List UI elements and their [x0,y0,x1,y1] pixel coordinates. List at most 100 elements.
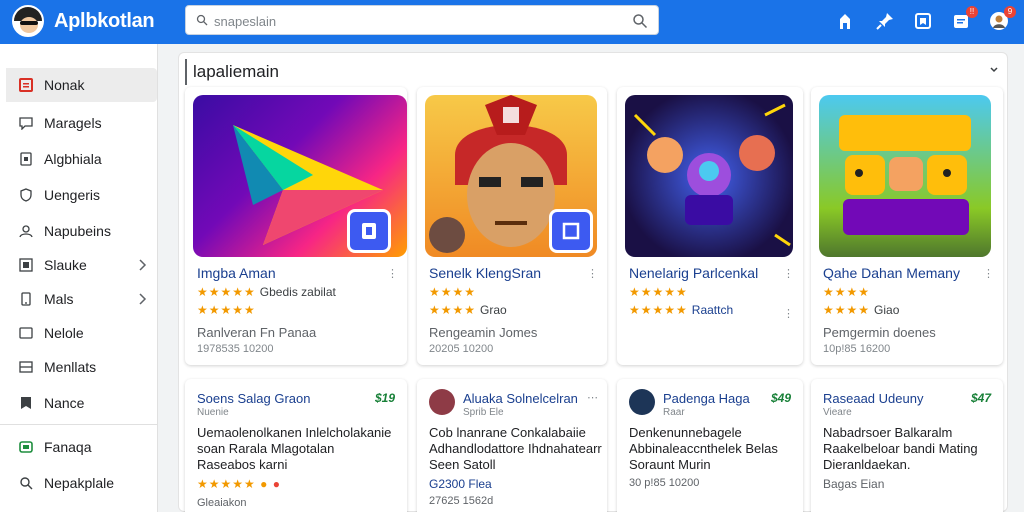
rating-stars: ★★★★ [823,285,871,299]
box-icon [18,325,34,341]
more-options-icon[interactable]: ⋯ [587,391,598,404]
sidebar-item-napubeins[interactable]: Napubeins [6,214,157,248]
app-title[interactable]: Senelk KlengSran [429,265,541,281]
search-bar[interactable] [185,5,659,35]
description-line: Abbinaleaccnthelek Belas [629,441,778,456]
chevron-right-icon [139,293,147,305]
sidebar-item-fanaqa[interactable]: Fanaqa [6,430,157,464]
app-card[interactable]: Raseaad Udeuny Vieare $47 Nabadrsoer Bal… [811,379,1003,512]
bookmark-icon [18,395,34,411]
rating-stars: ★★★★★ [629,285,688,299]
app-subtitle: Vieare [823,407,852,418]
sidebar-item-nonak[interactable]: Nonak [6,68,157,102]
app-card[interactable]: Imgba Aman ⋮ ★★★★★ Gbedis zabilat ★★★★★ R… [185,87,407,365]
app-meta: 20205 10200 [429,343,494,355]
emoji-icon: ● [260,477,269,491]
shield-icon [18,187,34,203]
account-icon[interactable]: 9 [988,6,1016,32]
developer-avatar [429,389,455,415]
description-line: Dieranldaekan. [823,457,911,472]
app-title[interactable]: Padenga Haga [663,391,750,406]
sidebar-item-mals[interactable]: Mals [6,282,157,316]
app-logo[interactable]: Aplbkotlan [12,5,155,37]
search-icon [196,14,208,26]
app-badge-icon [347,209,391,253]
home-icon[interactable] [834,10,856,32]
more-options-icon[interactable]: ⋮ [783,307,794,320]
app-subtitle: Rengeamin Jomes [429,325,538,340]
chat-icon [18,115,34,131]
search-submit-icon[interactable] [632,13,648,29]
price-tag: $49 [770,391,791,405]
sidebar-item-label: Mals [44,291,74,307]
user-icon [18,223,34,239]
chevron-down-icon[interactable] [989,65,999,75]
app-badge-icon [549,209,593,253]
rating-stars: ★★★★ [429,285,477,299]
sidebar-item-label: Menllats [44,359,97,375]
search-input[interactable] [214,11,614,31]
app-card[interactable]: Qahe Dahan Memany ⋮ ★★★★ ★★★★ Giao Pemger… [811,87,1003,365]
app-title[interactable]: Aluaka Solnelcelran [463,391,578,406]
sidebar-item-nance[interactable]: Nance [6,386,157,420]
rating-row: ★★★★ Giao [823,303,900,317]
more-options-icon[interactable]: ⋮ [387,267,398,280]
pin-icon[interactable] [874,10,896,32]
app-artwork [625,95,793,257]
app-title[interactable]: Qahe Dahan Memany [823,265,960,281]
square-icon [18,77,34,93]
more-options-icon[interactable]: ⋮ [783,267,794,280]
app-subtitle: Ranlveran Fn Panaa [197,325,317,340]
sidebar-item-label: Napubeins [44,223,111,239]
more-options-icon[interactable]: ⋮ [587,267,598,280]
app-artwork [819,95,991,257]
rating-row: ★★★★★ Raattch [629,303,734,317]
rating-row: ★★★★ Grao [429,303,507,317]
sidebar-item-label: Uengeris [44,187,101,203]
app-title[interactable]: Nenelarig Parlcenkal [629,265,758,281]
description-line: soan Rarala Mlagotalan [197,441,335,456]
description-line: Raakelbeloar bandi Mating [823,441,978,456]
sidebar-item-uengeris[interactable]: Uengeris [6,178,157,212]
app-meta: 1978535 10200 [197,343,274,355]
app-title[interactable]: Imgba Aman [197,265,276,281]
app-card[interactable]: Aluaka Solnelcelran Sprib Ele ⋯ Cob lnan… [417,379,607,512]
app-meta: Gleaiakon [197,497,247,509]
notification-icon[interactable]: !! [950,6,978,32]
app-subtitle: Raar [663,407,685,418]
rating-stars: ★★★★★ ● ● [197,477,281,491]
sidebar-item-label: Maragels [44,115,102,131]
app-tag: G2300 Flea [429,477,492,491]
grid-icon [18,257,34,273]
description-line: Denkenunnebagele [629,425,742,440]
sidebar-item-slauke[interactable]: Slauke [6,248,157,282]
tablet-icon [18,151,34,167]
sidebar-item-maragels[interactable]: Maragels [6,106,157,140]
sidebar-item-label: Nance [44,395,85,411]
sidebar-item-label: Nonak [44,77,85,93]
sidebar-item-label: Slauke [44,257,87,273]
rating-text: Grao [480,303,507,317]
sidebar-item-menllats[interactable]: Menllats [6,350,157,384]
sidebar-item-algbhiala[interactable]: Algbhiala [6,142,157,176]
sidebar-item-nepakplale[interactable]: Nepakplale [6,466,157,500]
sidebar-item-nelole[interactable]: Nelole [6,316,157,350]
rows-icon [18,359,34,375]
rating-row: ★★★★★ Gbedis zabilat [197,285,336,299]
price-tag: $47 [970,391,991,405]
phone-icon [18,291,34,307]
app-card[interactable]: Soens Salag Graon Nuenie $19 Uemaolenolk… [185,379,407,512]
app-title[interactable]: Raseaad Udeuny [823,391,923,406]
app-card[interactable]: Senelk KlengSran ⋮ ★★★★ ★★★★ Grao Rengeam… [417,87,607,365]
more-options-icon[interactable]: ⋮ [983,267,994,280]
app-meta: 27625 1562d [429,495,494,507]
account-badge: 9 [1004,6,1016,18]
top-app-bar: Aplbkotlan !! 9 [0,0,1024,44]
bookmark-icon[interactable] [912,10,934,32]
sidebar: Nonak Maragels Algbhiala Uengeris Napube… [0,44,158,512]
app-title[interactable]: Soens Salag Graon [197,391,310,406]
app-card[interactable]: Nenelarig Parlcenkal ⋮ ★★★★★ ★★★★★ Raattc… [617,87,803,365]
app-card[interactable]: Padenga Haga Raar $49 Denkenunnebagele A… [617,379,803,512]
app-meta: 10p!85 16200 [823,343,891,355]
main-panel: lapaliemain Imgba Aman ⋮ ★★★★★ Gbedis zab… [178,52,1008,512]
